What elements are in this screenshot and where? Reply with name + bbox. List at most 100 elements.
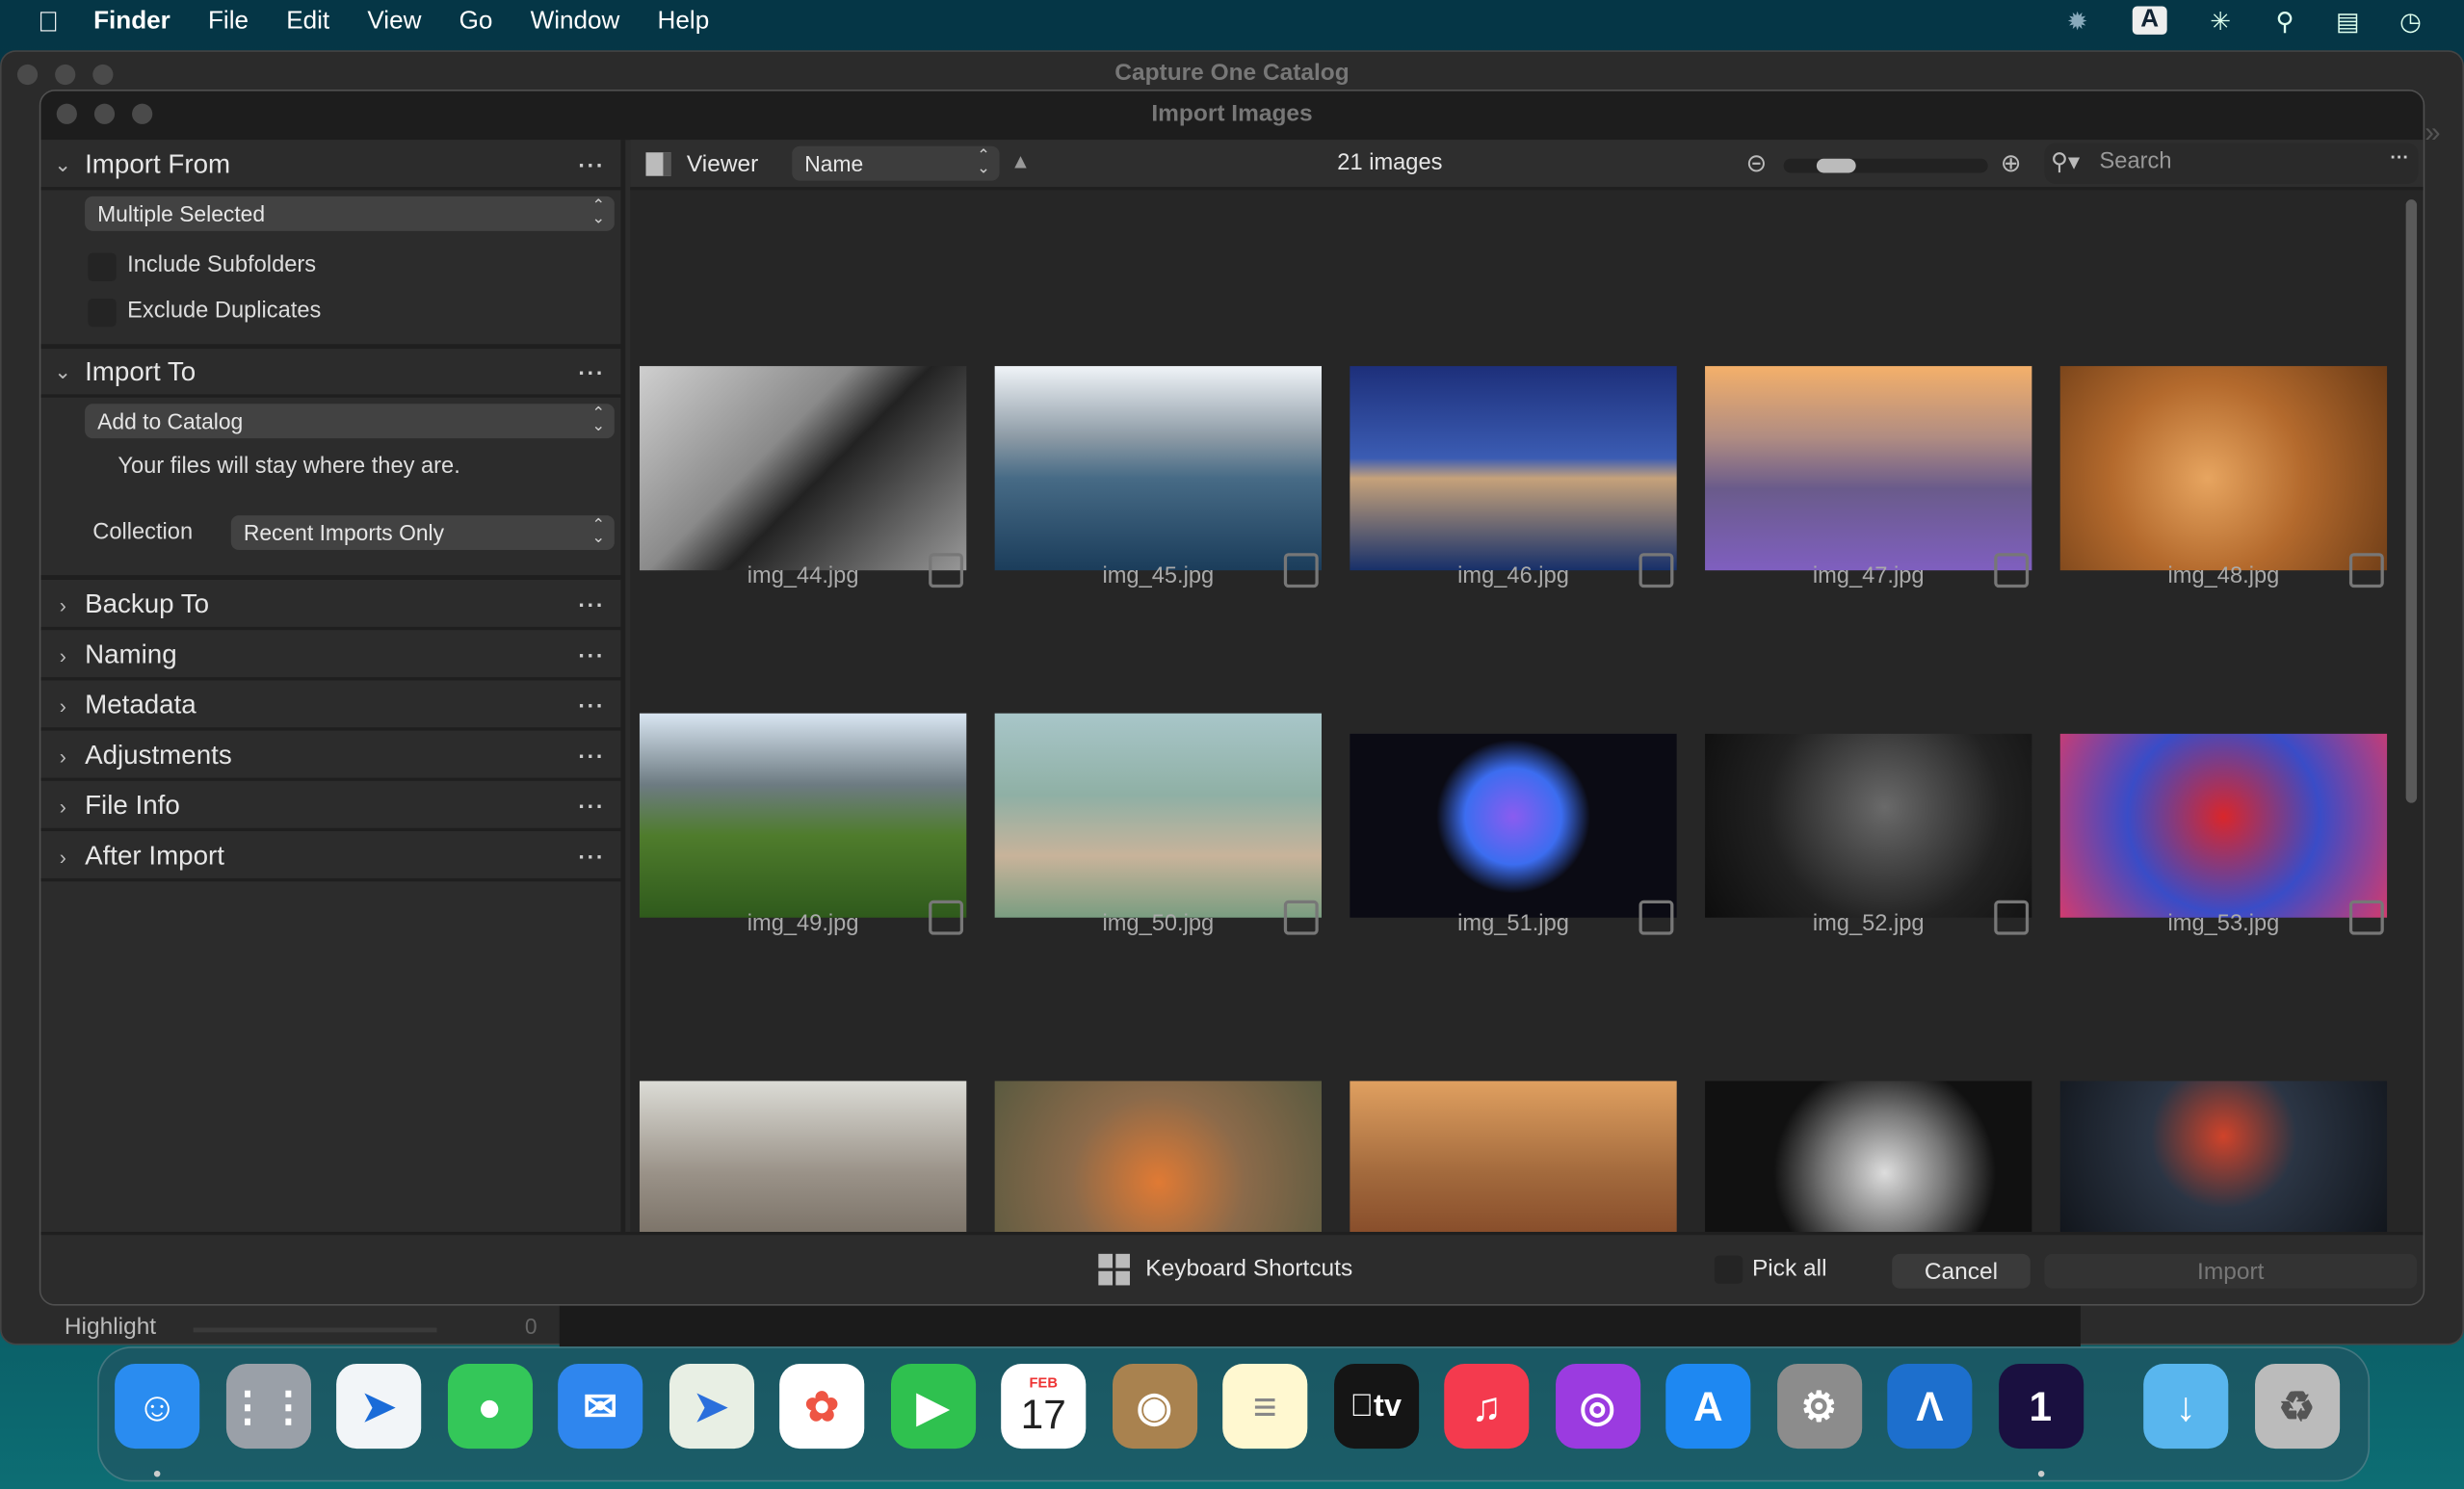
dock-mail-icon[interactable]: ✉	[558, 1364, 643, 1450]
expand-icon[interactable]: »	[2425, 117, 2440, 149]
menu-edit[interactable]: Edit	[286, 8, 329, 36]
thumbnail-size-slider[interactable]	[1783, 158, 1988, 173]
section-after-import[interactable]: › After Import ···	[40, 834, 621, 882]
section-adjustments[interactable]: › Adjustments ···	[40, 734, 621, 781]
antenna-icon[interactable]: ✳	[2203, 7, 2238, 39]
thumbnail-image[interactable]	[2059, 366, 2388, 571]
bug-icon[interactable]: ✹	[2060, 7, 2095, 39]
thumbnail-select-checkbox[interactable]	[1638, 553, 1674, 588]
menu-finder[interactable]: Finder	[93, 8, 170, 36]
spotlight-search-icon[interactable]: ⚲	[2267, 7, 2302, 39]
dock-affinity-icon[interactable]: Λ	[1887, 1364, 1973, 1450]
thumbnail-select-checkbox[interactable]	[2348, 900, 2384, 935]
thumbnail-image[interactable]	[639, 366, 967, 571]
zoom-in-icon[interactable]: ⊕	[2001, 147, 2022, 179]
dock-photos-icon[interactable]: ✿	[779, 1364, 865, 1450]
thumbnail-select-checkbox[interactable]	[1283, 553, 1319, 588]
more-icon[interactable]: ···	[2390, 146, 2409, 169]
thumbnail-select-checkbox[interactable]	[929, 553, 964, 588]
thumbnail-select-checkbox[interactable]	[1283, 900, 1319, 935]
dock-launchpad-icon[interactable]: ⋮⋮	[225, 1364, 311, 1450]
scrollbar[interactable]	[2405, 199, 2418, 803]
thumbnail-filename: img_52.jpg	[1812, 911, 1925, 937]
thumbnail-select-checkbox[interactable]	[1638, 900, 1674, 935]
running-indicator	[153, 1470, 161, 1477]
dock-facetime-icon[interactable]: ▶	[890, 1364, 976, 1450]
dialog-title: Import Images	[1151, 100, 1313, 128]
menu-file[interactable]: File	[208, 8, 249, 36]
more-icon[interactable]: ···	[578, 642, 605, 667]
dock-trash-icon[interactable]: ♻	[2254, 1364, 2340, 1450]
sort-ascending-icon[interactable]: ▲	[1010, 149, 1031, 172]
thumbnail-select-checkbox[interactable]	[1994, 553, 2030, 588]
more-icon[interactable]: ···	[578, 152, 605, 177]
include-subfolders-checkbox[interactable]	[88, 252, 117, 282]
collection-select[interactable]: Recent Imports Only ⌃ ⌄	[230, 515, 615, 550]
more-icon[interactable]: ···	[578, 592, 605, 617]
thumbnail-image[interactable]	[639, 713, 967, 918]
dock-maps-icon[interactable]: ➤	[668, 1364, 754, 1450]
apple-menu-icon[interactable]: 	[38, 6, 59, 39]
section-metadata[interactable]: › Metadata ···	[40, 684, 621, 731]
zoom-out-icon[interactable]: ⊝	[1745, 147, 1767, 179]
menu-view[interactable]: View	[367, 8, 421, 36]
menu-go[interactable]: Go	[459, 8, 493, 36]
dock-tv-icon[interactable]: tv	[1333, 1364, 1419, 1450]
exclude-duplicates-checkbox[interactable]	[88, 298, 117, 327]
dock-system-settings-icon[interactable]: ⚙	[1776, 1364, 1862, 1450]
keyboard-shortcuts-icon[interactable]	[1098, 1253, 1130, 1286]
viewer-toggle[interactable]: Viewer	[687, 151, 758, 178]
control-center-icon[interactable]: ▤	[2330, 7, 2365, 39]
section-backup-to[interactable]: › Backup To ···	[40, 583, 621, 631]
section-import-to[interactable]: ⌄ Import To ···	[40, 351, 621, 398]
thumbnail-filename: img_50.jpg	[1102, 911, 1215, 937]
dock-contacts-icon[interactable]: ◉	[1112, 1364, 1197, 1450]
more-icon[interactable]: ···	[578, 692, 605, 718]
slider-knob[interactable]	[1816, 158, 1856, 173]
thumbnail-image[interactable]	[994, 713, 1322, 918]
section-import-from[interactable]: ⌄ Import From ···	[40, 143, 621, 191]
thumbnail-image[interactable]	[2059, 733, 2388, 918]
thumbnail-select-checkbox[interactable]	[929, 900, 964, 935]
highlight-value[interactable]: 0	[525, 1314, 537, 1339]
search-field[interactable]: ⚲▾ Search ···	[2044, 143, 2419, 184]
more-icon[interactable]: ···	[578, 794, 605, 819]
more-icon[interactable]: ···	[578, 844, 605, 869]
more-icon[interactable]: ···	[578, 744, 605, 769]
dock-app-store-icon[interactable]: A	[1665, 1364, 1751, 1450]
thumbnail-image[interactable]	[1350, 366, 1677, 571]
dock-notes-icon[interactable]: ≡	[1222, 1364, 1308, 1450]
thumbnail-filename: img_51.jpg	[1457, 911, 1569, 937]
dock-finder-icon[interactable]: ☺	[115, 1364, 200, 1450]
more-icon[interactable]: ···	[578, 360, 605, 385]
section-file-info[interactable]: › File Info ···	[40, 784, 621, 831]
menu-window[interactable]: Window	[531, 8, 620, 36]
cancel-button[interactable]: Cancel	[1892, 1253, 2031, 1289]
thumbnail-image[interactable]	[1705, 366, 2032, 571]
thumbnail-image[interactable]	[994, 366, 1322, 571]
highlight-slider[interactable]	[193, 1327, 437, 1333]
dock-downloads-icon[interactable]: ↓	[2143, 1364, 2229, 1450]
dock-1password-icon[interactable]: 1	[1998, 1364, 2084, 1450]
menu-help[interactable]: Help	[658, 8, 710, 36]
thumbnail-select-checkbox[interactable]	[2348, 553, 2384, 588]
viewer-icon[interactable]	[645, 152, 671, 176]
dock-music-icon[interactable]: ♫	[1444, 1364, 1530, 1450]
pick-all-checkbox[interactable]	[1714, 1255, 1743, 1284]
dock-messages-icon[interactable]: ●	[447, 1364, 533, 1450]
thumbnail-image[interactable]	[1705, 733, 2032, 918]
clock-icon[interactable]: ◷	[2394, 7, 2428, 39]
thumbnail-image[interactable]	[1350, 733, 1677, 918]
dock-safari-icon[interactable]: ➤	[336, 1364, 422, 1450]
dock-calendar-icon[interactable]: FEB 17	[1001, 1364, 1087, 1450]
import-from-source-select[interactable]: Multiple Selected ⌃ ⌄	[85, 196, 615, 231]
keyboard-shortcuts-link[interactable]: Keyboard Shortcuts	[1145, 1255, 1352, 1282]
dock-podcasts-icon[interactable]: ◎	[1555, 1364, 1640, 1450]
import-destination-select[interactable]: Add to Catalog ⌃ ⌄	[85, 404, 615, 439]
section-naming[interactable]: › Naming ···	[40, 633, 621, 681]
import-button[interactable]: Import	[2044, 1253, 2418, 1289]
sort-select[interactable]: Name ⌃ ⌄	[792, 145, 1000, 181]
thumbnail-select-checkbox[interactable]	[1994, 900, 2030, 935]
collection-label: Collection	[92, 519, 194, 546]
keyboard-input-A-icon[interactable]: A	[2132, 6, 2167, 35]
